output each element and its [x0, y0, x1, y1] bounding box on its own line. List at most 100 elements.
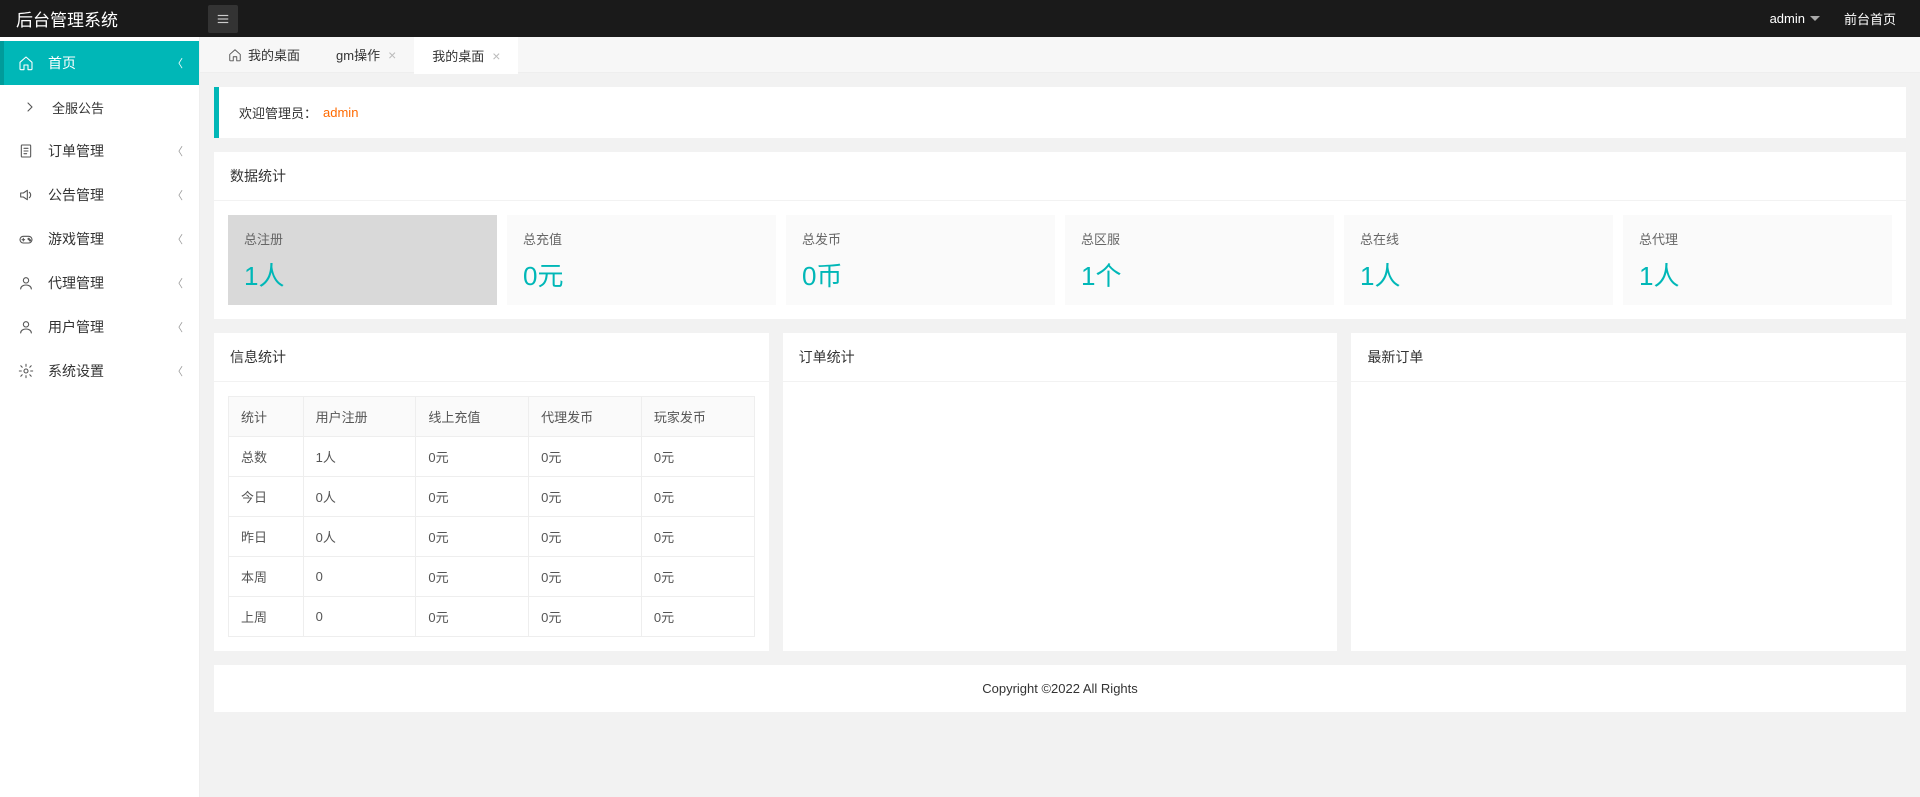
sidebar-item-label: 系统设置 [48, 361, 104, 381]
chevron-left-icon: 〈 [172, 363, 183, 379]
tab-label: 我的桌面 [432, 46, 484, 65]
app-title: 后台管理系统 [0, 6, 200, 31]
close-icon[interactable]: × [388, 47, 396, 63]
sidebar-item-label: 用户管理 [48, 317, 104, 337]
sidebar-item-label: 首页 [48, 53, 76, 73]
table-row: 上周00元0元0元 [229, 597, 755, 637]
close-icon[interactable]: × [492, 48, 500, 64]
latest-order-title: 最新订单 [1351, 333, 1906, 382]
sidebar-item-label: 全服公告 [52, 98, 104, 117]
stat-card-label: 总代理 [1639, 229, 1876, 248]
sidebar-item-1[interactable]: 全服公告 [0, 85, 199, 129]
table-cell: 0 [303, 557, 416, 597]
stat-card-value: 1个 [1081, 256, 1318, 293]
chevron-left-icon: 〈 [172, 143, 183, 159]
table-cell: 0元 [416, 437, 529, 477]
stat-card-label: 总区服 [1081, 229, 1318, 248]
table-cell: 0元 [529, 517, 642, 557]
sidebar-item-5[interactable]: 代理管理 〈 [0, 261, 199, 305]
table-cell: 0元 [416, 477, 529, 517]
content: 欢迎管理员： admin 数据统计 总注册 1人总充值 0元总发币 0币总区服 … [200, 73, 1920, 726]
table-cell: 0人 [303, 517, 416, 557]
doc-icon [16, 143, 36, 159]
menu-toggle-button[interactable] [208, 5, 238, 33]
chevron-left-icon: 〈 [172, 231, 183, 247]
tab-1[interactable]: gm操作 × [318, 37, 414, 73]
sidebar-item-label: 公告管理 [48, 185, 104, 205]
table-cell: 0元 [641, 557, 754, 597]
table-cell: 昨日 [229, 517, 304, 557]
sidebar-item-label: 代理管理 [48, 273, 104, 293]
topbar-right: admin 前台首页 [1770, 9, 1920, 28]
info-panel-title: 信息统计 [214, 333, 769, 382]
chev-right-icon [20, 99, 40, 115]
sidebar-item-label: 订单管理 [48, 141, 104, 161]
table-cell: 0元 [641, 437, 754, 477]
table-header: 代理发币 [529, 397, 642, 437]
stats-panel: 数据统计 总注册 1人总充值 0元总发币 0币总区服 1个总在线 1人总代理 1… [214, 152, 1906, 319]
table-cell: 今日 [229, 477, 304, 517]
stat-card-3: 总区服 1个 [1065, 215, 1334, 305]
stat-card-label: 总注册 [244, 229, 481, 248]
stat-card-label: 总充值 [523, 229, 760, 248]
tab-2[interactable]: 我的桌面 × [414, 37, 518, 73]
order-stats-panel: 订单统计 [783, 333, 1338, 651]
stat-card-2: 总发币 0币 [786, 215, 1055, 305]
sidebar-item-label: 游戏管理 [48, 229, 104, 249]
stat-card-4: 总在线 1人 [1344, 215, 1613, 305]
table-row: 总数1人0元0元0元 [229, 437, 755, 477]
main: 我的桌面gm操作×我的桌面× 欢迎管理员： admin 数据统计 总注册 1人总… [200, 37, 1920, 797]
order-stats-title: 订单统计 [783, 333, 1338, 382]
table-cell: 总数 [229, 437, 304, 477]
stat-card-value: 1人 [244, 256, 481, 293]
stat-card-value: 0元 [523, 256, 760, 293]
table-cell: 0元 [529, 597, 642, 637]
stat-card-value: 1人 [1360, 256, 1597, 293]
table-cell: 上周 [229, 597, 304, 637]
welcome-prefix: 欢迎管理员： [239, 103, 317, 122]
sidebar-item-4[interactable]: 游戏管理 〈 [0, 217, 199, 261]
stat-card-1: 总充值 0元 [507, 215, 776, 305]
sidebar-item-6[interactable]: 用户管理 〈 [0, 305, 199, 349]
table-cell: 0元 [416, 597, 529, 637]
table-cell: 0人 [303, 477, 416, 517]
stat-card-value: 0币 [802, 256, 1039, 293]
welcome-banner: 欢迎管理员： admin [214, 87, 1906, 138]
front-page-link[interactable]: 前台首页 [1844, 9, 1896, 28]
latest-order-panel: 最新订单 [1351, 333, 1906, 651]
chevron-left-icon: 〈 [172, 187, 183, 203]
user-icon [16, 275, 36, 291]
sidebar: 首页 〈 全服公告 订单管理 〈 公告管理 〈 游戏管理 〈 代理管理 〈 用户… [0, 37, 200, 797]
chevron-left-icon: 〈 [172, 55, 183, 71]
gear-icon [16, 363, 36, 379]
sidebar-item-0[interactable]: 首页 〈 [0, 41, 199, 85]
table-cell: 0元 [641, 517, 754, 557]
info-table: 统计用户注册线上充值代理发币玩家发币总数1人0元0元0元今日0人0元0元0元昨日… [228, 396, 755, 637]
stat-card-5: 总代理 1人 [1623, 215, 1892, 305]
tab-0[interactable]: 我的桌面 [210, 37, 318, 73]
table-cell: 0元 [641, 477, 754, 517]
table-header-row: 统计用户注册线上充值代理发币玩家发币 [229, 397, 755, 437]
welcome-admin-name: admin [323, 105, 358, 120]
user-menu[interactable]: admin [1770, 11, 1820, 26]
tabs: 我的桌面 gm操作 × 我的桌面 × [200, 37, 1920, 73]
table-header: 统计 [229, 397, 304, 437]
stat-card-0: 总注册 1人 [228, 215, 497, 305]
tab-label: 我的桌面 [248, 45, 300, 64]
table-header: 玩家发币 [641, 397, 754, 437]
user-name: admin [1770, 11, 1805, 26]
chevron-left-icon: 〈 [172, 319, 183, 335]
table-row: 昨日0人0元0元0元 [229, 517, 755, 557]
home-icon [16, 55, 36, 71]
table-row: 今日0人0元0元0元 [229, 477, 755, 517]
info-panel: 信息统计 统计用户注册线上充值代理发币玩家发币总数1人0元0元0元今日0人0元0… [214, 333, 769, 651]
user-icon [16, 319, 36, 335]
sidebar-item-3[interactable]: 公告管理 〈 [0, 173, 199, 217]
chevron-left-icon: 〈 [172, 275, 183, 291]
stats-cards: 总注册 1人总充值 0元总发币 0币总区服 1个总在线 1人总代理 1人 [228, 215, 1892, 305]
game-icon [16, 231, 36, 247]
sidebar-item-7[interactable]: 系统设置 〈 [0, 349, 199, 393]
tab-label: gm操作 [336, 45, 380, 64]
hamburger-icon [216, 12, 230, 26]
sidebar-item-2[interactable]: 订单管理 〈 [0, 129, 199, 173]
